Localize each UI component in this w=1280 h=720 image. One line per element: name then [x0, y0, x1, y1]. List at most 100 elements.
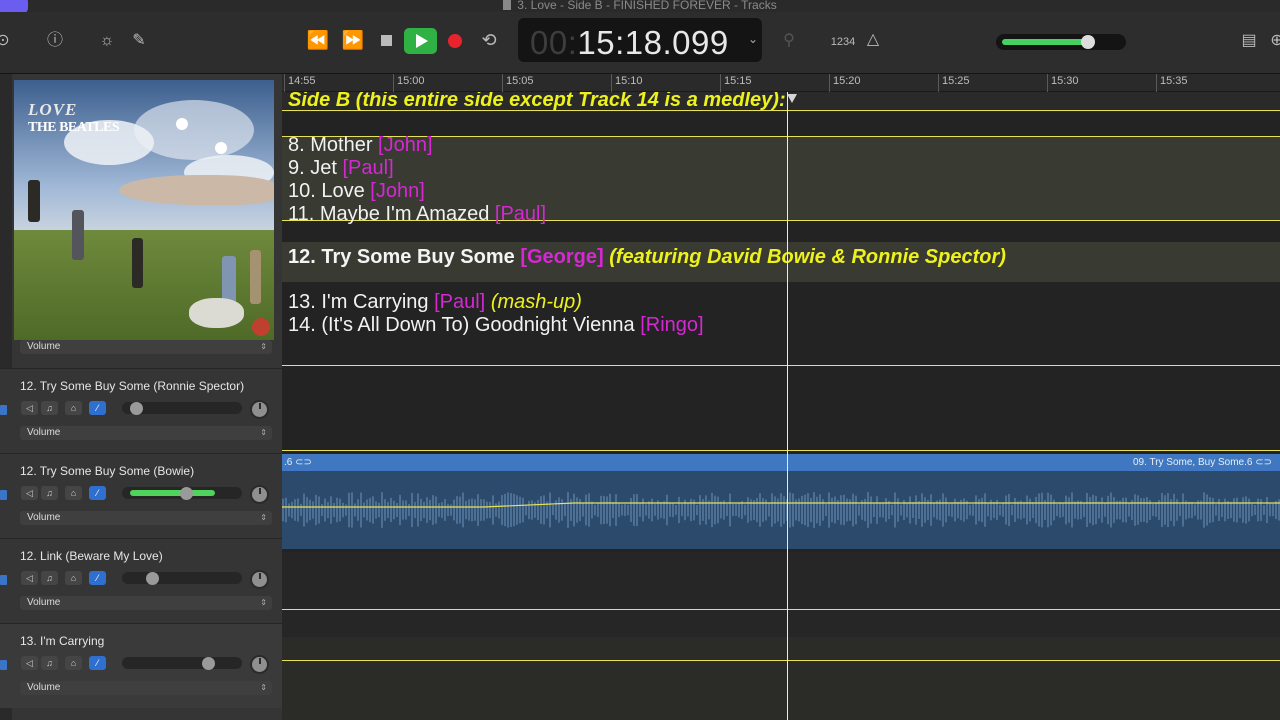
playhead[interactable]: [787, 92, 788, 720]
notes-line: 10. Love [John]: [288, 180, 425, 202]
fader-knob[interactable]: [130, 402, 144, 415]
automation-param-select[interactable]: Volume ⇕: [20, 511, 272, 525]
editors-pencil-icon[interactable]: ✎: [128, 31, 150, 51]
chevron-updown-icon: ⇕: [260, 683, 267, 692]
volume-fader[interactable]: [122, 402, 242, 415]
lcd-hours: 00:: [530, 24, 578, 61]
input-monitor-button[interactable]: ⌂: [65, 486, 82, 500]
count-in-button[interactable]: 1234: [826, 32, 860, 52]
notes-heading: Side B (this entire side except Track 14…: [288, 92, 786, 111]
solo-headphones-button[interactable]: ♫: [41, 486, 58, 500]
input-monitor-button[interactable]: ⌂: [65, 656, 82, 670]
notes-line-13: 13. I'm Carrying [Paul] (mash-up): [288, 291, 582, 313]
waveform-icon: [0, 476, 10, 512]
library-icon[interactable]: ⊙: [0, 31, 10, 51]
waveform-icon: [0, 391, 10, 427]
waveform-icon: [0, 561, 10, 597]
master-volume-slider[interactable]: [996, 34, 1126, 50]
fader-knob[interactable]: [146, 572, 160, 585]
track-name[interactable]: 12. Link (Beware My Love): [20, 549, 163, 563]
automation-param-select[interactable]: Volume ⇕: [20, 596, 272, 610]
fast-forward-icon[interactable]: ⏩: [340, 30, 366, 50]
automation-button[interactable]: ⁄: [89, 401, 106, 415]
lane-bg: [282, 552, 1280, 637]
notes-line: 9. Jet [Paul]: [288, 157, 394, 179]
master-volume-knob[interactable]: [1080, 35, 1095, 49]
track-header[interactable]: 12. Try Some Buy Some (Ronnie Spector) ◁…: [0, 368, 282, 453]
automation-line: [282, 450, 1280, 451]
rewind-icon[interactable]: ⏪: [305, 30, 331, 50]
automation-button[interactable]: ⁄: [89, 571, 106, 585]
automation-param-select[interactable]: Volume ⇕: [20, 681, 272, 695]
track-name[interactable]: 12. Try Some Buy Some (Ronnie Spector): [20, 379, 244, 393]
cycle-icon[interactable]: ⟲: [477, 30, 501, 50]
track-header[interactable]: 12. Try Some Buy Some (Bowie) ◁ ♫ ⌂ ⁄ Vo…: [0, 453, 282, 538]
record-button[interactable]: [448, 34, 462, 48]
loop-icon: ⊂⊃: [1255, 457, 1272, 468]
automation-param-select[interactable]: Volume ⇕: [20, 426, 272, 440]
volume-fader[interactable]: [122, 572, 242, 585]
list-editors-icon[interactable]: ▤: [1238, 31, 1260, 51]
chevron-updown-icon: ⇕: [260, 342, 267, 351]
control-bar: ⊙ ⓘ ☼ ✎ ⏪ ⏩ ⟲ 00:15:18.099 ⌄ ⚲ 1234 △ ▤ …: [0, 12, 1280, 74]
notes-list: 8. Mother [John] 9. Jet [Paul] 10. Love …: [288, 134, 546, 226]
solo-headphones-button[interactable]: ♫: [41, 571, 58, 585]
region-label-left: .6: [284, 457, 293, 468]
window-title: 3. Love - Side B - FINISHED FOREVER - Tr…: [517, 0, 777, 12]
album-artwork: LOVE THE BEATLES: [14, 80, 274, 340]
fader-knob[interactable]: [201, 657, 215, 670]
automation-button[interactable]: ⁄: [89, 486, 106, 500]
tracks-area[interactable]: .6 ⊂⊃ 09. Try Some, Buy Some.6 ⊂⊃ Side B…: [282, 92, 1280, 720]
mute-button[interactable]: ◁: [21, 401, 38, 415]
tuner-icon[interactable]: ⚲: [778, 31, 800, 51]
ruler-tick: 15:00: [393, 74, 425, 92]
sheep-icon: [189, 298, 244, 328]
browsers-icon[interactable]: ⊕: [1266, 31, 1280, 51]
playhead-handle[interactable]: [787, 94, 797, 103]
solo-headphones-button[interactable]: ♫: [41, 656, 58, 670]
lcd-time: 15:18.099: [577, 24, 729, 61]
automation-param-select[interactable]: Volume ⇕: [20, 340, 272, 354]
stop-button[interactable]: [381, 35, 392, 46]
smart-controls-icon[interactable]: ☼: [96, 31, 118, 51]
track-name[interactable]: 12. Try Some Buy Some (Bowie): [20, 464, 194, 478]
notes-line-12: 12. Try Some Buy Some [George] (featurin…: [288, 246, 1006, 268]
pan-knob[interactable]: [250, 485, 269, 504]
ruler-tick: 15:05: [502, 74, 534, 92]
title-bar: 3. Love - Side B - FINISHED FOREVER - Tr…: [0, 0, 1280, 14]
lane-bg: [282, 637, 1280, 720]
flower-icon: [252, 318, 270, 336]
track-name[interactable]: 13. I'm Carrying: [20, 634, 104, 648]
automation-line: [282, 609, 1280, 610]
input-monitor-button[interactable]: ⌂: [65, 401, 82, 415]
region-label-right: 09. Try Some, Buy Some.6: [1132, 457, 1253, 468]
chevron-down-icon[interactable]: ⌄: [748, 32, 758, 46]
mute-button[interactable]: ◁: [21, 571, 38, 585]
chevron-updown-icon: ⇕: [260, 428, 267, 437]
automation-button[interactable]: ⁄: [89, 656, 106, 670]
waveform: [282, 492, 1280, 528]
track-header[interactable]: 13. I'm Carrying ◁ ♫ ⌂ ⁄ Volume ⇕: [0, 623, 282, 708]
pan-knob[interactable]: [250, 570, 269, 589]
moon-icon: [176, 118, 188, 130]
mute-button[interactable]: ◁: [21, 486, 38, 500]
chevron-updown-icon: ⇕: [260, 598, 267, 607]
track-header[interactable]: 12. Link (Beware My Love) ◁ ♫ ⌂ ⁄ Volume…: [0, 538, 282, 623]
help-icon[interactable]: ⓘ: [44, 31, 66, 51]
timeline-ruler[interactable]: 14:55 15:00 15:05 15:10 15:15 15:20 15:2…: [282, 74, 1280, 92]
notes-line-14: 14. (It's All Down To) Goodnight Vienna …: [288, 314, 704, 336]
album-logo-line1: LOVE: [28, 100, 78, 119]
pan-knob[interactable]: [250, 655, 269, 674]
waveform-icon: [0, 646, 10, 682]
volume-fader[interactable]: [122, 487, 242, 500]
mute-button[interactable]: ◁: [21, 656, 38, 670]
solo-headphones-button[interactable]: ♫: [41, 401, 58, 415]
metronome-icon[interactable]: △: [862, 30, 884, 50]
pan-knob[interactable]: [250, 400, 269, 419]
volume-fader[interactable]: [122, 657, 242, 670]
audio-region-header[interactable]: [282, 454, 1280, 471]
input-monitor-button[interactable]: ⌂: [65, 571, 82, 585]
play-button[interactable]: [404, 28, 437, 54]
fader-knob[interactable]: [180, 487, 194, 500]
lcd-display[interactable]: 00:15:18.099 ⌄: [518, 18, 762, 62]
